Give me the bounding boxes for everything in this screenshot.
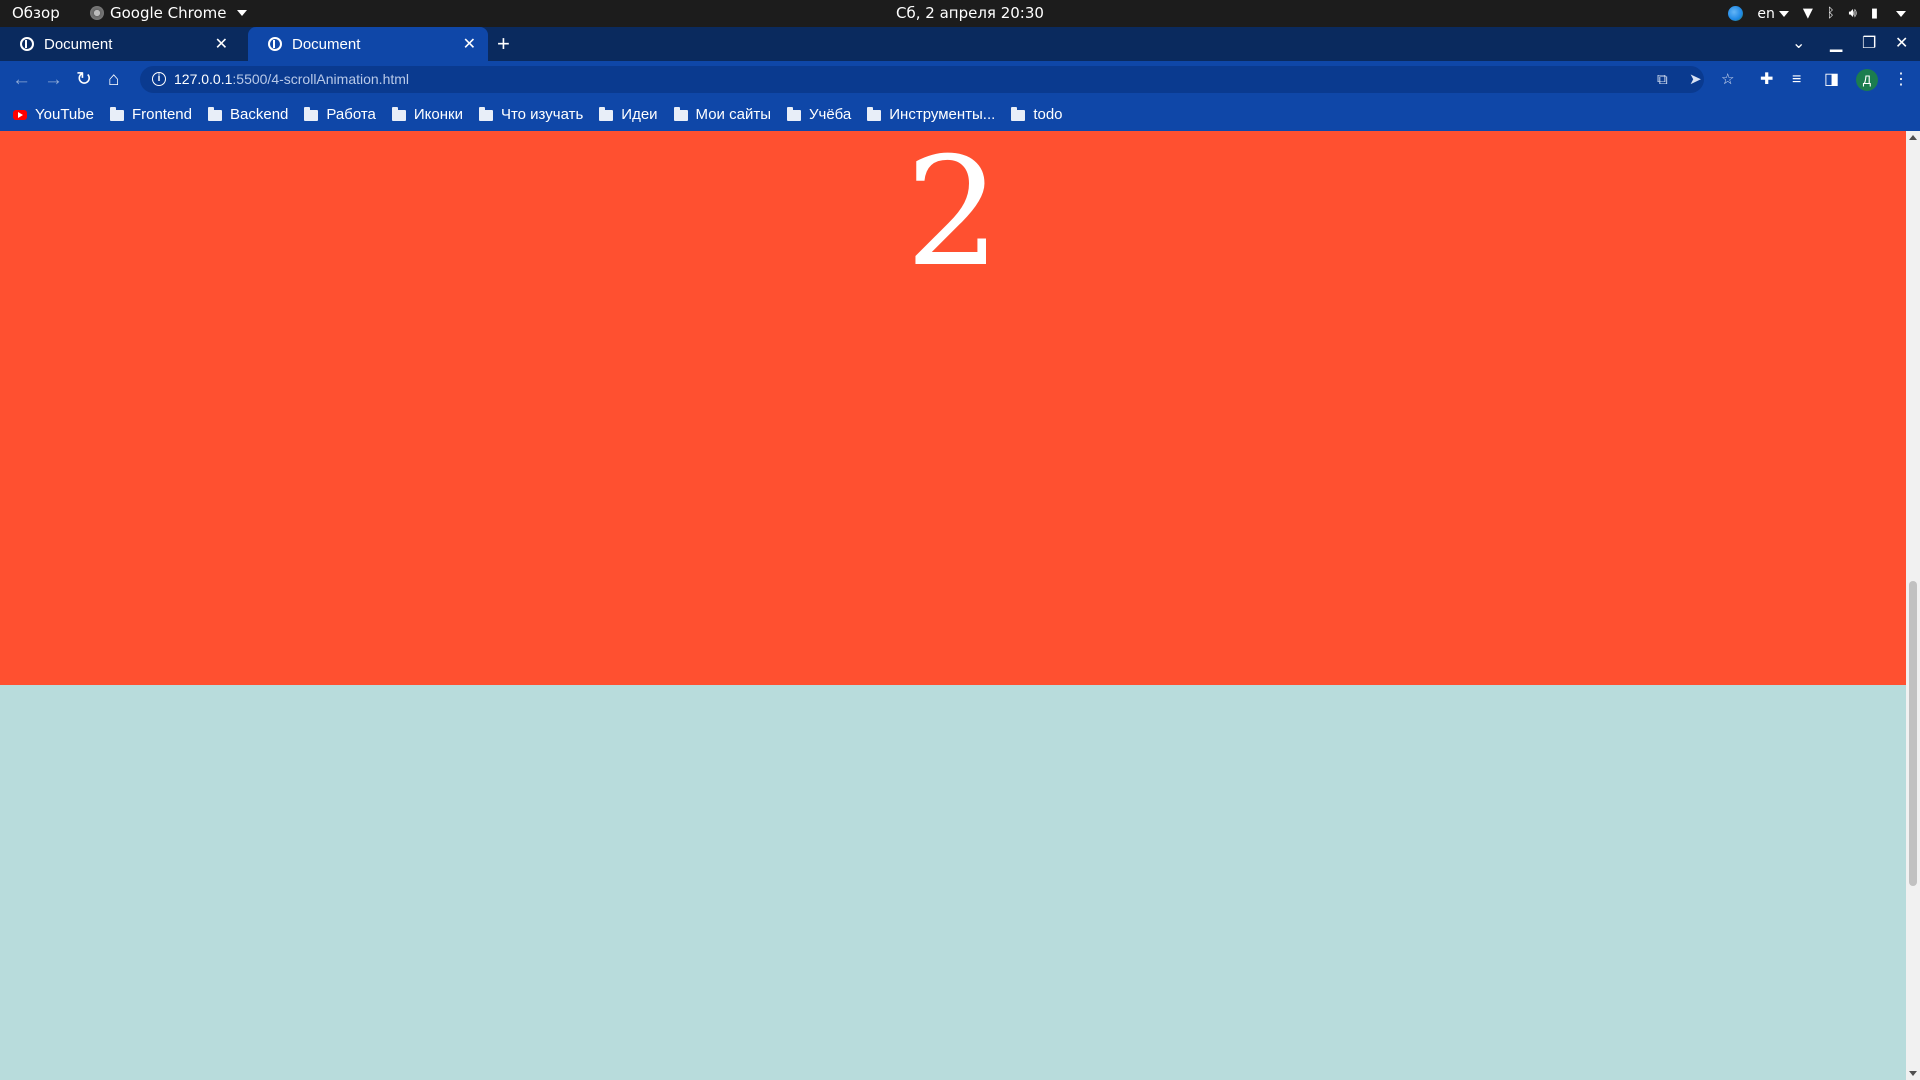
bookmark-label: Что изучать [500, 106, 584, 123]
globe-icon[interactable] [1728, 6, 1744, 21]
folder-icon [1011, 106, 1026, 121]
activities-overview-button[interactable]: Обзор [12, 4, 60, 22]
scroll-down-arrow-icon[interactable] [1909, 1071, 1917, 1076]
bookmark-folder-backend[interactable]: Backend [208, 106, 288, 123]
system-top-bar: Обзор Google Chrome Сб, 2 апреля 20:30 e… [0, 0, 1920, 27]
bookmarks-bar: YouTube Frontend Backend Работа Иконки Ч… [0, 98, 1920, 131]
tab-document-1[interactable]: Document ✕ [0, 27, 240, 61]
minimize-icon[interactable]: ▁ [1830, 27, 1842, 61]
battery-icon[interactable]: ▮ [1871, 6, 1878, 21]
bookmark-star-icon[interactable]: ☆ [1721, 66, 1734, 93]
close-window-icon[interactable]: ✕ [1895, 27, 1908, 61]
folder-icon [478, 106, 493, 121]
vertical-scrollbar[interactable] [1906, 131, 1920, 1080]
folder-icon [599, 106, 614, 121]
bookmark-folder-idei[interactable]: Идеи [599, 106, 658, 123]
bookmark-folder-chto-izuchat[interactable]: Что изучать [478, 106, 584, 123]
volume-icon[interactable]: 🔊︎ [1849, 6, 1857, 21]
send-icon[interactable]: ➤ [1689, 66, 1702, 93]
wifi-icon[interactable]: ▼ [1803, 6, 1813, 21]
folder-icon [673, 106, 688, 121]
section-number: 2 [905, 131, 1001, 300]
keyboard-layout-label: en [1757, 5, 1775, 22]
bookmark-folder-ikonki[interactable]: Иконки [391, 106, 463, 123]
bookmark-label: Работа [326, 106, 376, 123]
system-tray[interactable]: en ▼ ᛒ 🔊︎ ▮ [1728, 0, 1906, 27]
close-icon[interactable]: ✕ [215, 34, 228, 54]
restore-icon[interactable]: ❐ [1862, 27, 1876, 61]
tab-title: Document [292, 35, 361, 53]
bookmark-label: Инструменты... [889, 106, 996, 123]
scrollbar-thumb[interactable] [1909, 581, 1917, 886]
tab-strip: Document ✕ Document ✕ [0, 27, 1920, 61]
site-info-icon[interactable]: i [152, 72, 166, 86]
media-controls-icon[interactable]: ≡ [1792, 61, 1801, 98]
url-path: :5500/4-scrollAnimation.html [232, 71, 410, 87]
folder-icon [867, 106, 882, 121]
more-menu-icon[interactable]: ⋮ [1893, 61, 1909, 98]
bookmark-label: Frontend [131, 106, 192, 123]
globe-icon [20, 37, 34, 51]
back-arrow-icon[interactable]: ← [12, 61, 31, 98]
bookmark-folder-instrumenty[interactable]: Инструменты... [867, 106, 995, 123]
system-menu-chevron-icon[interactable] [1896, 10, 1906, 17]
app-menu-label: Google Chrome [110, 4, 227, 22]
keyboard-layout-indicator[interactable]: en [1757, 6, 1789, 22]
youtube-icon [13, 109, 27, 120]
tab-search-chevron-icon[interactable]: ⌄ [1792, 27, 1805, 61]
folder-icon [391, 106, 406, 121]
url-host: 127.0.0.1 [174, 71, 233, 87]
bookmark-youtube[interactable]: YouTube [13, 106, 94, 123]
bookmark-folder-todo[interactable]: todo [1011, 106, 1063, 123]
bookmark-label: Backend [230, 106, 289, 123]
extensions-puzzle-icon[interactable]: ✚ [1760, 61, 1773, 98]
bookmark-label: Мои сайты [695, 106, 771, 123]
chevron-down-icon [236, 10, 247, 16]
browser-toolbar: ← → ↻ ⌂ i 127.0.0.1:5500/4-scrollAnimati… [0, 61, 1920, 98]
folder-icon [304, 106, 319, 121]
home-icon[interactable]: ⌂ [108, 61, 119, 98]
bookmark-folder-frontend[interactable]: Frontend [109, 106, 192, 123]
section-red: 2 [0, 131, 1906, 685]
reload-icon[interactable]: ↻ [76, 61, 92, 98]
page-viewport[interactable]: 2 [0, 131, 1906, 1080]
folder-icon [109, 106, 124, 121]
tab-title: Document [44, 35, 113, 53]
app-menu[interactable]: Google Chrome [90, 4, 247, 22]
bookmark-label: Иконки [413, 106, 463, 123]
bookmark-folder-ucheba[interactable]: Учёба [786, 106, 852, 123]
chevron-down-icon [1778, 10, 1789, 17]
system-clock[interactable]: Сб, 2 апреля 20:30 [896, 4, 1044, 22]
chrome-icon [90, 6, 104, 20]
forward-arrow-icon[interactable]: → [44, 61, 63, 98]
tab-document-2[interactable]: Document ✕ [248, 27, 488, 61]
bluetooth-icon[interactable]: ᛒ [1827, 6, 1835, 21]
address-bar[interactable]: i 127.0.0.1:5500/4-scrollAnimation.html [140, 66, 1704, 93]
bookmark-folder-moi-saity[interactable]: Мои сайты [673, 106, 771, 123]
new-tab-button[interactable]: + [497, 27, 510, 61]
bookmark-label: Идеи [621, 106, 658, 123]
profile-avatar[interactable]: Д [1856, 69, 1878, 91]
globe-icon [268, 37, 282, 51]
close-icon[interactable]: ✕ [463, 34, 476, 54]
translate-icon[interactable]: ⧉ [1657, 66, 1668, 93]
bookmark-folder-rabota[interactable]: Работа [304, 106, 376, 123]
bookmark-label: YouTube [35, 106, 94, 123]
bookmark-label: todo [1033, 106, 1063, 123]
side-panel-icon[interactable]: ◨ [1824, 61, 1839, 98]
bookmark-label: Учёба [808, 106, 852, 123]
folder-icon [208, 106, 222, 121]
folder-icon [786, 106, 801, 121]
section-teal [0, 685, 1906, 1080]
scroll-up-arrow-icon[interactable] [1909, 135, 1917, 140]
